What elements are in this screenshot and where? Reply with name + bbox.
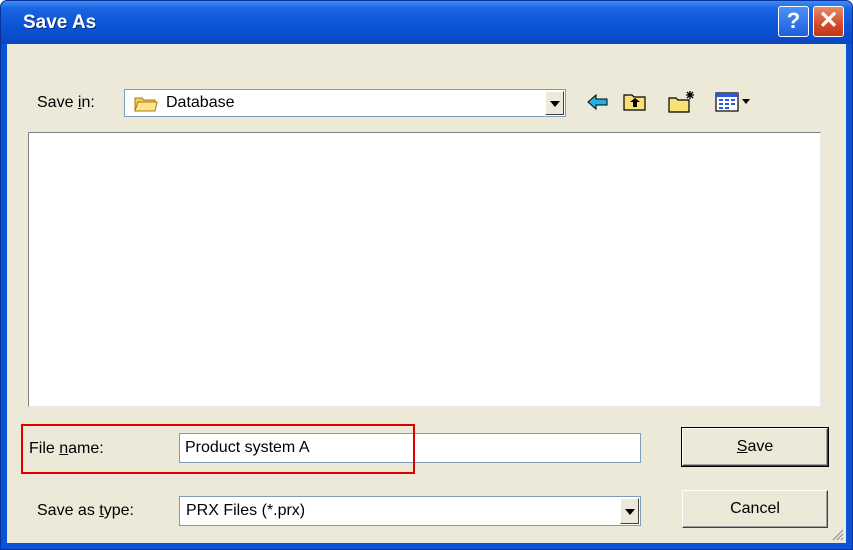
view-menu-button[interactable] [714, 89, 758, 115]
create-new-folder-button[interactable] [666, 89, 698, 115]
save-as-type-label: Save as type: [37, 502, 134, 519]
save-in-label: Save in: [37, 94, 95, 111]
save-in-dropdown[interactable]: Database [124, 89, 566, 117]
save-button[interactable]: Save [681, 427, 829, 467]
save-in-dropdown-button[interactable] [545, 91, 564, 115]
save-as-dialog: Save As ? ✕ Save in: Database File name:… [0, 0, 853, 550]
view-menu-icon [715, 92, 750, 112]
up-one-level-button[interactable] [621, 89, 649, 115]
title-bar[interactable]: Save As ? ✕ [1, 1, 852, 44]
help-button[interactable]: ? [778, 6, 809, 37]
resize-grip-icon[interactable] [830, 527, 844, 541]
new-folder-icon [668, 91, 694, 113]
close-icon: ✕ [818, 7, 839, 34]
save-as-type-dropdown[interactable]: PRX Files (*.prx) [179, 496, 641, 526]
help-icon: ? [786, 8, 801, 33]
folder-icon [134, 97, 158, 112]
close-button[interactable]: ✕ [813, 6, 844, 37]
back-arrow-icon [587, 93, 608, 111]
chevron-down-icon [625, 509, 635, 515]
save-as-type-dropdown-button[interactable] [620, 498, 639, 524]
save-as-type-value: PRX Files (*.prx) [186, 502, 306, 519]
folder-up-icon [623, 94, 646, 111]
chevron-down-icon [550, 101, 560, 107]
dialog-title: Save As [23, 12, 97, 33]
dialog-body: Save in: Database File name: Product sys… [7, 44, 846, 543]
cancel-button[interactable]: Cancel [682, 490, 828, 528]
file-list[interactable] [28, 132, 821, 407]
file-name-highlight-box [21, 424, 415, 474]
save-in-value: Database [166, 94, 235, 111]
back-button[interactable] [585, 89, 611, 115]
